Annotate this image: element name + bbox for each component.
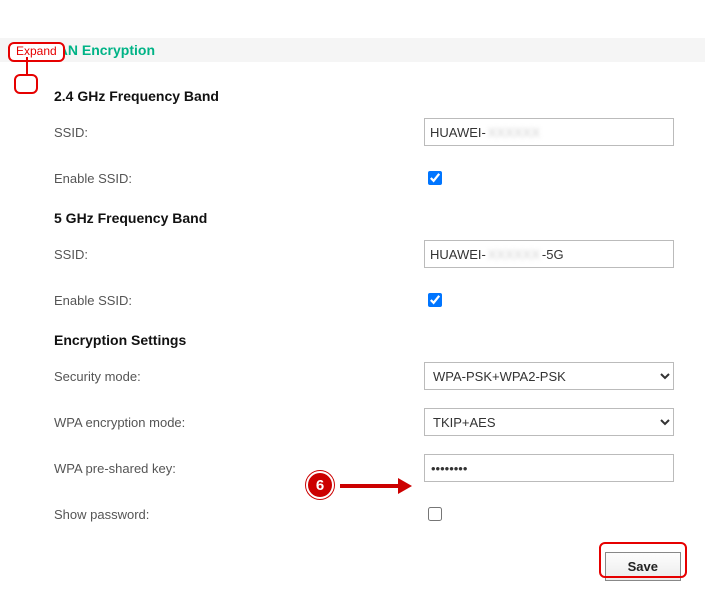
show-password-checkbox[interactable]	[428, 507, 442, 521]
enable-ssid-24-checkbox[interactable]	[428, 171, 442, 185]
psk-input[interactable]	[424, 454, 674, 482]
ssid-5-input[interactable]	[424, 240, 674, 268]
expand-highlight-box	[14, 74, 38, 94]
expand-annotation-label: Expand	[8, 42, 65, 62]
section-header[interactable]: WLAN Encryption	[0, 38, 705, 62]
ssid-24-input[interactable]	[424, 118, 674, 146]
label-show-password: Show password:	[54, 507, 424, 522]
label-ssid-5: SSID:	[54, 247, 424, 262]
wpa-mode-select[interactable]: TKIP+AES	[424, 408, 674, 436]
heading-encryption: Encryption Settings	[54, 332, 705, 348]
label-psk: WPA pre-shared key:	[54, 461, 424, 476]
row-psk: WPA pre-shared key:	[54, 454, 705, 482]
security-mode-select[interactable]: WPA-PSK+WPA2-PSK	[424, 362, 674, 390]
bottom-bar: Save	[0, 546, 705, 595]
row-enable-ssid-5: Enable SSID:	[54, 286, 705, 314]
step-badge-6: 6	[306, 471, 334, 499]
label-enable-ssid-24: Enable SSID:	[54, 171, 424, 186]
row-enable-ssid-24: Enable SSID:	[54, 164, 705, 192]
label-ssid-24: SSID:	[54, 125, 424, 140]
row-ssid-5: SSID: HUAWEI- XXXXXX -5G	[54, 240, 705, 268]
row-ssid-24: SSID: HUAWEI- XXXXXX	[54, 118, 705, 146]
label-enable-ssid-5: Enable SSID:	[54, 293, 424, 308]
row-wpa-mode: WPA encryption mode: TKIP+AES	[54, 408, 705, 436]
label-security-mode: Security mode:	[54, 369, 424, 384]
row-security-mode: Security mode: WPA-PSK+WPA2-PSK	[54, 362, 705, 390]
annotation-connector	[26, 57, 28, 74]
label-wpa-mode: WPA encryption mode:	[54, 415, 424, 430]
heading-24ghz: 2.4 GHz Frequency Band	[54, 88, 705, 104]
row-show-password: Show password:	[54, 500, 705, 528]
settings-content: 2.4 GHz Frequency Band SSID: HUAWEI- XXX…	[0, 62, 705, 528]
heading-5ghz: 5 GHz Frequency Band	[54, 210, 705, 226]
step-arrow	[340, 482, 412, 490]
save-button[interactable]: Save	[605, 552, 681, 581]
enable-ssid-5-checkbox[interactable]	[428, 293, 442, 307]
